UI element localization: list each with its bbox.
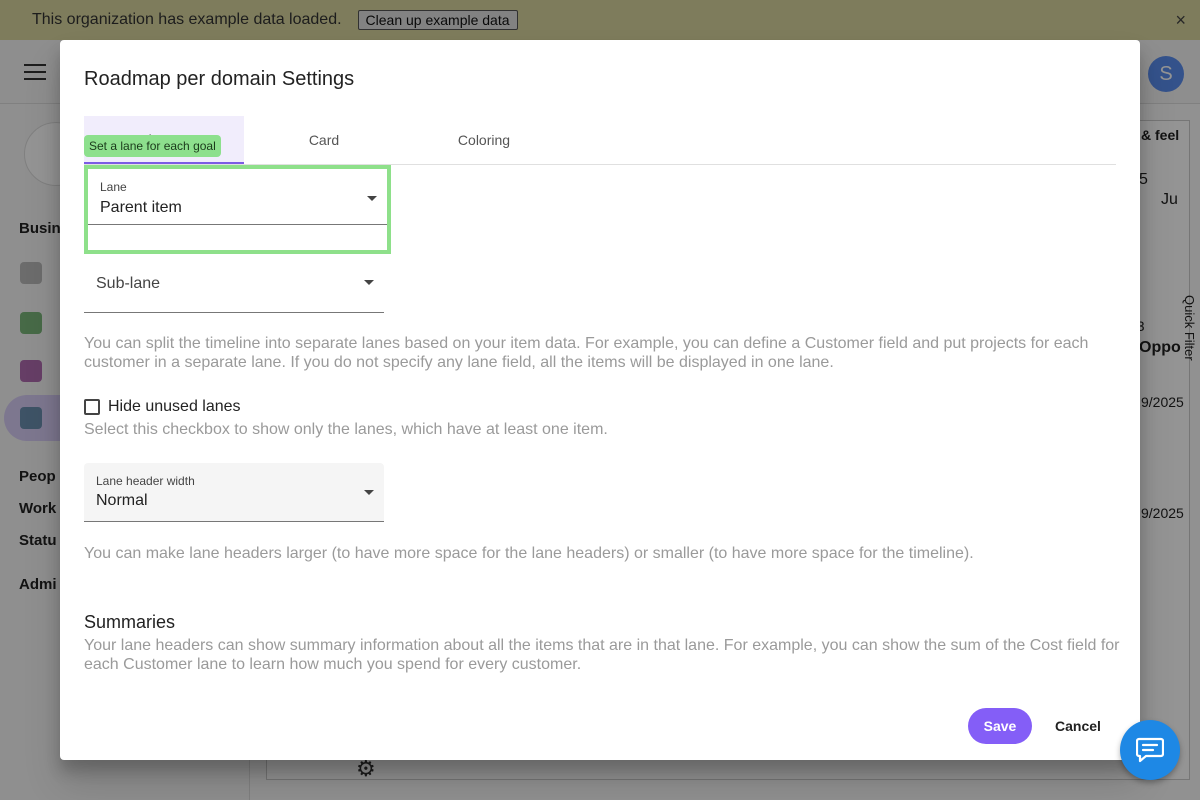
- lane-header-width-select[interactable]: Lane header width Normal: [84, 463, 384, 522]
- lane-header-width-label: Lane header width: [96, 474, 195, 488]
- lane-field-highlight: Lane Parent item: [84, 165, 391, 254]
- summaries-help: Your lane headers can show summary infor…: [84, 637, 1120, 673]
- header-width-help: You can make lane headers larger (to hav…: [84, 545, 974, 562]
- lane-tooltip: Set a lane for each goal: [84, 135, 221, 157]
- chevron-down-icon: [364, 280, 374, 285]
- summaries-title: Summaries: [84, 612, 176, 632]
- cancel-button[interactable]: Cancel: [1042, 708, 1114, 744]
- lane-help-text: You can split the timeline into separate…: [84, 335, 1089, 371]
- hide-unused-help: Select this checkbox to show only the la…: [84, 421, 608, 438]
- settings-dialog: Roadmap per domain Settings Lane Card Co…: [60, 40, 1140, 760]
- sub-lane-select[interactable]: Sub-lane: [84, 256, 384, 313]
- hide-unused-lanes-label[interactable]: Hide unused lanes: [108, 398, 241, 416]
- lane-select[interactable]: Lane Parent item: [88, 169, 387, 225]
- chevron-down-icon: [367, 196, 377, 201]
- chevron-down-icon: [364, 490, 374, 495]
- hide-unused-lanes-checkbox[interactable]: [84, 399, 100, 415]
- lane-select-label: Lane: [100, 180, 127, 194]
- tab-coloring[interactable]: Coloring: [404, 116, 564, 164]
- lane-header-width-value: Normal: [96, 492, 148, 509]
- lane-select-value: Parent item: [100, 199, 182, 216]
- dialog-title: Roadmap per domain Settings: [84, 68, 355, 90]
- sub-lane-placeholder: Sub-lane: [96, 275, 161, 292]
- save-button[interactable]: Save: [968, 708, 1032, 744]
- chat-icon: [1136, 737, 1164, 763]
- settings-tabs: Lane Card Coloring: [84, 116, 1116, 165]
- chat-button[interactable]: [1120, 720, 1180, 780]
- tab-card[interactable]: Card: [244, 116, 404, 164]
- hide-unused-lanes-row[interactable]: Hide unused lanes: [84, 398, 241, 416]
